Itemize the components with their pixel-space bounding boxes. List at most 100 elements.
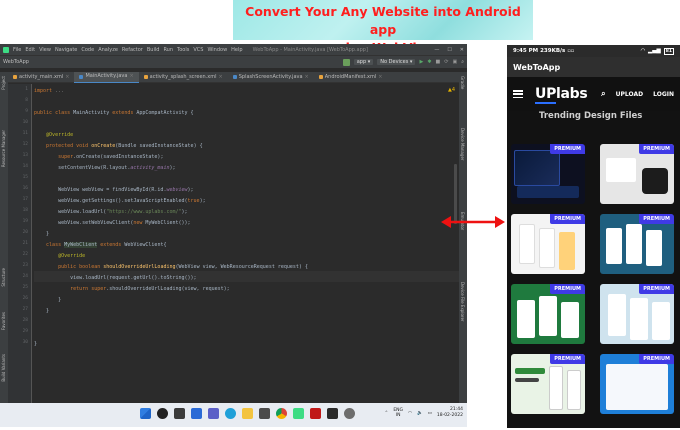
tab-label: MainActivity.java xyxy=(85,73,128,79)
menu-item[interactable]: Code xyxy=(81,47,94,53)
tab-label: SplashScreenActivity.java xyxy=(238,73,303,80)
login-link[interactable]: LOGIN xyxy=(653,91,674,98)
close-tab-icon[interactable]: × xyxy=(378,72,382,83)
battery-icon[interactable]: ▭ xyxy=(428,411,432,416)
uplabs-logo[interactable]: UPlabs xyxy=(535,86,588,104)
left-tool-window-button[interactable]: Project xyxy=(1,76,6,90)
design-card[interactable]: PREMIUM xyxy=(600,284,674,344)
menu-item[interactable]: Help xyxy=(231,47,242,53)
code-line: WebView webView = findViewById(R.id.webv… xyxy=(34,185,193,196)
run-config-select[interactable]: app ▾ xyxy=(353,59,374,65)
design-card[interactable]: PREMIUM xyxy=(511,284,585,344)
design-card[interactable]: PREMIUM xyxy=(511,354,585,414)
mcafee-icon[interactable] xyxy=(310,408,321,419)
editor-tab[interactable]: activity_splash_screen.xml × xyxy=(139,72,228,83)
menu-item[interactable]: Run xyxy=(163,47,173,53)
upload-link[interactable]: UPLOAD xyxy=(616,91,643,98)
design-card[interactable]: PREMIUM xyxy=(511,144,585,204)
warning-indicator[interactable]: ▲4 xyxy=(448,87,455,93)
start-icon[interactable] xyxy=(140,408,151,419)
chat-icon[interactable] xyxy=(208,408,219,419)
menu-item[interactable]: Refactor xyxy=(122,47,143,53)
device-select[interactable]: No Devices ▾ xyxy=(377,59,416,65)
editor-tabs: activity_main.xml × MainActivity.java × acti… xyxy=(8,71,459,83)
ide-toolbar: WebToApp app ▾ No Devices ▾ ▶ ✱ ■ ⟳ ▣ ⌕ xyxy=(0,55,467,68)
file-explorer-icon[interactable] xyxy=(242,408,253,419)
menu-item[interactable]: View xyxy=(39,47,51,53)
editor-tab[interactable]: MainActivity.java × xyxy=(74,71,139,83)
search-icon[interactable]: ⌕ xyxy=(461,59,464,65)
widgets-icon[interactable] xyxy=(191,408,202,419)
design-card[interactable]: PREMIUM xyxy=(600,144,674,204)
search-icon[interactable]: ⌕ xyxy=(601,89,605,99)
tray-chevron-icon[interactable]: ⌃ xyxy=(385,411,389,416)
close-tab-icon[interactable]: × xyxy=(65,72,69,83)
line-number: 10 xyxy=(22,120,28,125)
menu-item[interactable]: Tools xyxy=(177,47,189,53)
close-tab-icon[interactable]: × xyxy=(129,71,133,82)
left-tool-window-button[interactable]: Favorites xyxy=(1,312,6,330)
minimize-icon[interactable]: — xyxy=(434,47,439,53)
task-view-icon[interactable] xyxy=(174,408,185,419)
menu-item[interactable]: Window xyxy=(207,47,227,53)
code-token: webView.getSettings().setJavaScriptEnabl… xyxy=(34,198,188,204)
store-icon[interactable] xyxy=(259,408,270,419)
code-token: public class xyxy=(34,110,74,116)
language-indicator[interactable]: ENG IN xyxy=(393,408,403,418)
menu-item[interactable]: Build xyxy=(147,47,160,53)
menu-item[interactable]: Navigate xyxy=(55,47,77,53)
clock[interactable]: 21:44 18-02-2022 xyxy=(437,407,463,419)
right-tool-strip: GradleDevice ManagerEmulatorDevice File … xyxy=(459,72,467,411)
hammer-icon[interactable] xyxy=(342,58,350,66)
editor-scrollbar[interactable] xyxy=(454,164,457,224)
taskbar-apps xyxy=(140,408,355,419)
code-token: webView.loadUrl( xyxy=(34,209,107,215)
run-icon[interactable]: ▶ xyxy=(419,59,423,65)
design-card[interactable]: PREMIUM xyxy=(511,214,585,274)
menu-item[interactable]: Analyze xyxy=(98,47,118,53)
card-preview-3 xyxy=(652,302,670,340)
code-editor[interactable]: import ... public class MainActivity exte… xyxy=(34,84,459,411)
screen-recorder-icon[interactable] xyxy=(327,408,338,419)
wifi-icon[interactable]: ◠ xyxy=(408,411,412,416)
code-line: } xyxy=(34,229,49,240)
code-token: MyWebClient()); xyxy=(145,220,191,226)
editor-tab[interactable]: activity_main.xml × xyxy=(8,72,74,83)
debug-icon[interactable]: ✱ xyxy=(427,59,431,65)
menu-item[interactable]: File xyxy=(13,47,21,53)
chrome-icon[interactable] xyxy=(276,408,287,419)
line-number-gutter: 1 8 9 10 11 12 13 14 15 16 17 18 19 20 21 22 23 24 25 26 27 2… xyxy=(8,84,32,411)
line-number: 15 xyxy=(22,175,28,180)
card-preview xyxy=(517,300,535,338)
sync-icon[interactable]: ⟳ xyxy=(444,59,448,65)
stop-icon[interactable]: ■ xyxy=(436,59,441,65)
file-icon xyxy=(13,75,17,79)
edge-icon[interactable] xyxy=(225,408,236,419)
right-tool-window-button[interactable]: Device File Explorer xyxy=(460,282,465,322)
card-preview xyxy=(608,294,626,336)
right-tool-window-button[interactable]: Device Manager xyxy=(460,128,465,160)
design-card[interactable]: PREMIUM xyxy=(600,214,674,274)
close-icon[interactable]: ✕ xyxy=(460,47,464,53)
menu-item[interactable]: Edit xyxy=(25,47,35,53)
volume-icon[interactable]: 🔈 xyxy=(417,411,423,416)
maximize-icon[interactable]: ☐ xyxy=(447,47,451,53)
menu-item[interactable]: VCS xyxy=(193,47,203,53)
close-tab-icon[interactable]: × xyxy=(305,72,309,83)
editor-tab[interactable]: SplashScreenActivity.java × xyxy=(228,72,314,83)
close-tab-icon[interactable]: × xyxy=(219,72,223,83)
left-tool-window-button[interactable]: Structure xyxy=(1,268,6,287)
code-line: public boolean shouldOverrideUrlLoading(… xyxy=(34,262,308,273)
left-tool-window-button[interactable]: Build Variants xyxy=(1,354,6,382)
line-number: 14 xyxy=(22,164,28,169)
right-tool-window-button[interactable]: Gradle xyxy=(460,76,465,89)
left-tool-window-button[interactable]: Resource Manager xyxy=(1,130,6,167)
settings-icon[interactable] xyxy=(344,408,355,419)
editor-tab[interactable]: AndroidManifest.xml × xyxy=(314,72,388,83)
hamburger-menu-icon[interactable] xyxy=(513,90,523,98)
search-icon[interactable] xyxy=(157,408,168,419)
android-studio-icon[interactable] xyxy=(293,408,304,419)
design-card[interactable]: PREMIUM xyxy=(600,354,674,414)
project-breadcrumb[interactable]: WebToApp xyxy=(3,59,29,65)
avd-manager-icon[interactable]: ▣ xyxy=(452,59,457,65)
